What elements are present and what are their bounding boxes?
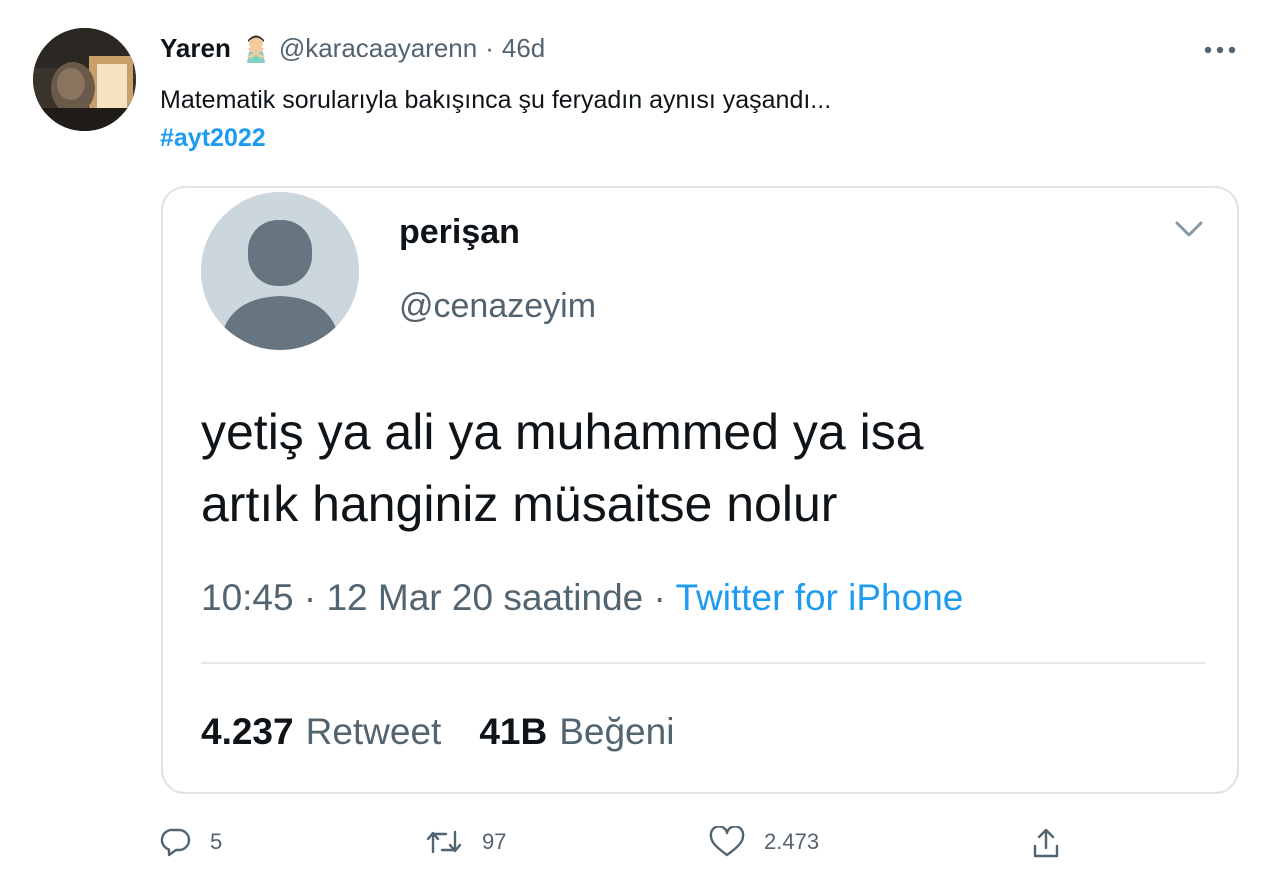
retweet-stat-count: 4.237 [201,711,294,752]
quote-user-handle[interactable]: @cenazeyim [399,284,596,328]
quote-text-line-2: artık hanginiz müsaitse nolur [201,476,838,532]
like-stat[interactable]: 41B Beğeni [479,711,674,752]
retweet-count: 97 [482,829,507,854]
like-stat-count: 41B [479,711,548,752]
reply-icon [160,826,192,858]
retweet-button[interactable]: 97 [424,826,506,858]
heart-icon [708,826,746,858]
tweet-text: Matematik sorularıyla bakışınca şu ferya… [160,86,832,114]
retweet-stat-label: Retweet [305,711,442,752]
quote-stats: 4.237 Retweet 41B Beğeni [201,708,674,756]
avatar[interactable] [33,28,136,131]
separator: · [485,33,494,63]
more-horizontal-icon[interactable] [1200,38,1240,62]
reply-count: 5 [210,829,223,854]
display-name[interactable]: Yaren [160,30,231,66]
action-bar: 5 97 2.473 [0,820,1280,870]
person-gesturing-no-emoji-icon [241,33,271,63]
quoted-tweet-card[interactable]: perişan @cenazeyim yetiş ya ali ya muham… [161,186,1239,794]
retweet-stat[interactable]: 4.237 Retweet [201,711,441,752]
timestamp[interactable]: 46d [502,30,545,66]
quote-timestamp[interactable]: 10:45 · 12 Mar 20 saatinde [201,577,643,618]
share-icon [1030,826,1062,860]
hashtag-link[interactable]: #ayt2022 [160,120,266,156]
tweet[interactable]: Yaren @karacaayarenn · 46d Matematik sor… [0,0,1280,891]
default-avatar[interactable] [201,192,359,350]
meta-separator: · [643,577,676,618]
like-button[interactable]: 2.473 [708,826,819,858]
quote-text: yetiş ya ali ya muhammed ya isa artık ha… [201,396,924,540]
like-stat-label: Beğeni [559,711,675,752]
quote-meta: 10:45 · 12 Mar 20 saatinde · Twitter for… [201,574,963,622]
retweet-icon [424,826,464,858]
like-count: 2.473 [764,829,820,854]
divider [201,662,1205,664]
share-button[interactable] [1030,826,1062,860]
chevron-down-icon[interactable] [1173,218,1205,240]
source-link[interactable]: Twitter for iPhone [675,577,963,618]
quote-text-line-1: yetiş ya ali ya muhammed ya isa [201,404,924,460]
reply-button[interactable]: 5 [160,826,222,858]
tweet-header: Yaren @karacaayarenn · 46d [160,30,545,66]
quote-display-name[interactable]: perişan [399,210,520,254]
user-handle[interactable]: @karacaayarenn [279,30,477,66]
